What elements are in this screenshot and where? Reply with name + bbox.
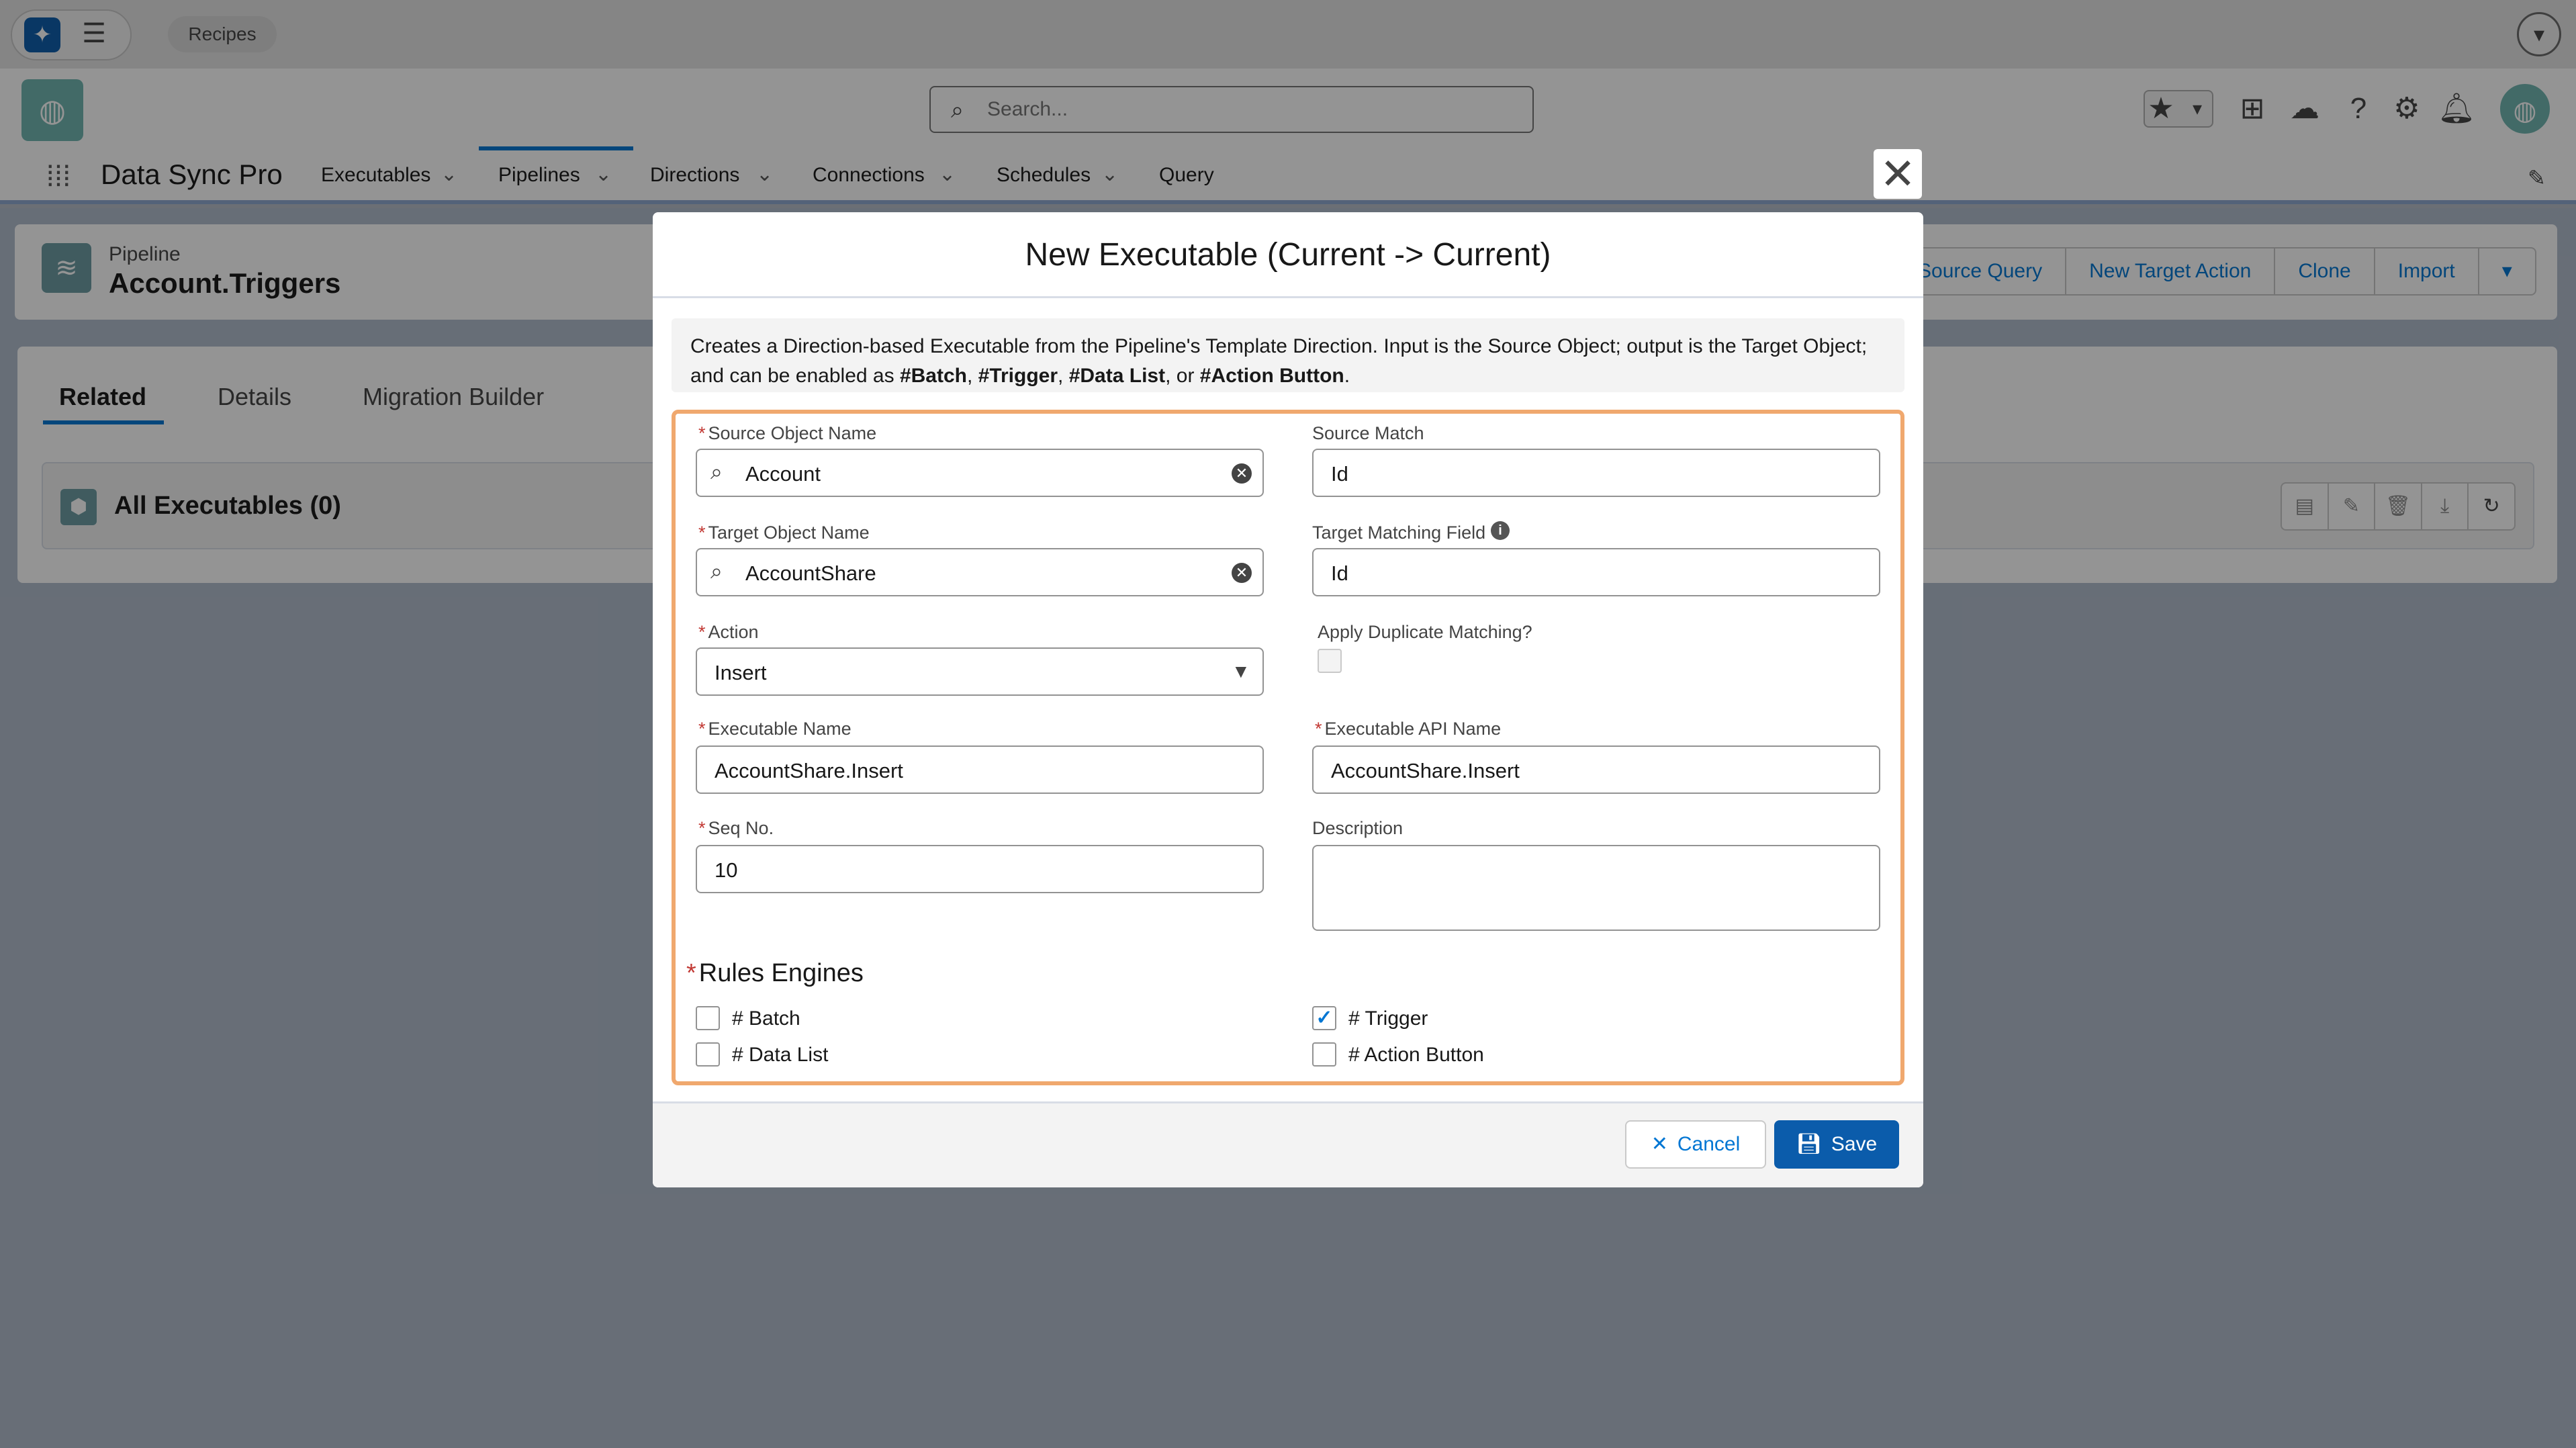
trigger-checkbox[interactable]: ✓ [1312, 1006, 1336, 1030]
seq-no-value: 10 [715, 858, 738, 882]
target-matching-field-value: Id [1331, 561, 1348, 585]
seq-no-field[interactable] [696, 845, 1264, 893]
executable-name-value: AccountShare.Insert [715, 759, 903, 782]
target-object-name-label: * Target Object Name [698, 523, 870, 543]
action-button-label: # Action Button [1348, 1044, 1484, 1066]
modal-title: New Executable (Current -> Current) [1025, 237, 1551, 273]
description-label: Description [1312, 818, 1404, 838]
clear-icon[interactable]: ✕ [1232, 563, 1252, 583]
info-icon[interactable]: i [1491, 521, 1510, 540]
batch-checkbox[interactable] [696, 1006, 720, 1030]
search-icon: ⌕ [710, 559, 723, 583]
info-text: Creates a Direction-based Executable fro… [690, 335, 1868, 387]
trigger-label: # Trigger [1348, 1007, 1428, 1030]
dropdown-arrow-icon[interactable]: ▼ [1232, 661, 1250, 682]
action-select[interactable] [696, 647, 1264, 696]
target-object-name-value: AccountShare [745, 561, 876, 585]
clear-icon[interactable]: ✕ [1232, 463, 1252, 484]
close-icon: ✕ [1651, 1133, 1668, 1155]
source-match-field[interactable] [1312, 449, 1880, 497]
executable-api-name-value: AccountShare.Insert [1331, 759, 1520, 782]
source-object-name-value: Account [745, 462, 821, 486]
source-object-name-label: * Source Object Name [698, 423, 877, 443]
action-label: * Action [698, 622, 759, 642]
executable-name-label: * Executable Name [698, 719, 852, 739]
cancel-label: Cancel [1677, 1133, 1741, 1155]
description-textarea[interactable] [1312, 845, 1880, 931]
rules-engines-title: * Rules Engines [686, 959, 864, 987]
cancel-button[interactable]: ✕ Cancel [1625, 1120, 1766, 1169]
data-list-checkbox[interactable] [696, 1042, 720, 1067]
search-icon: ⌕ [710, 459, 723, 484]
save-label: Save [1831, 1133, 1878, 1155]
target-matching-field-label: Target Matching Field [1312, 523, 1486, 543]
source-match-label: Source Match [1312, 423, 1424, 443]
apply-duplicate-matching-checkbox[interactable] [1318, 649, 1342, 673]
action-button-checkbox[interactable] [1312, 1042, 1336, 1067]
apply-duplicate-matching-label: Apply Duplicate Matching? [1318, 622, 1532, 642]
source-match-value: Id [1331, 462, 1348, 486]
batch-label: # Batch [732, 1007, 800, 1030]
data-list-label: # Data List [732, 1044, 829, 1066]
save-button[interactable]: 💾︎ Save [1774, 1120, 1899, 1169]
executable-api-name-label: * Executable API Name [1315, 719, 1502, 739]
action-value: Insert [715, 661, 767, 684]
target-matching-field-input[interactable] [1312, 548, 1880, 596]
seq-no-label: * Seq No. [698, 818, 774, 838]
close-icon[interactable]: ✕ [1874, 149, 1922, 199]
save-icon: 💾︎ [1796, 1133, 1822, 1155]
